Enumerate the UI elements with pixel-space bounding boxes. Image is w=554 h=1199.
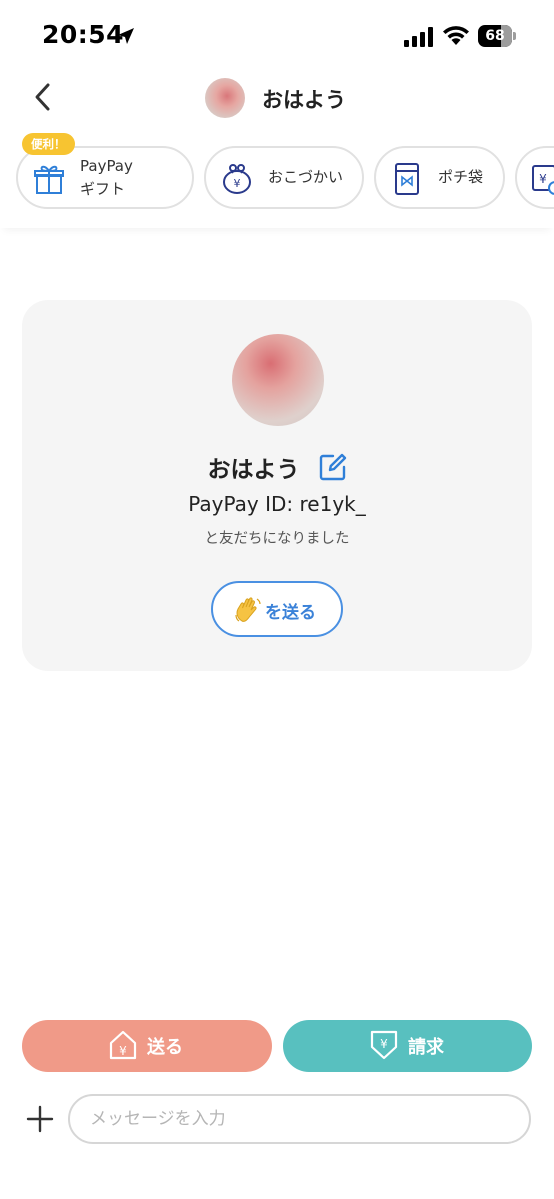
edit-icon[interactable] <box>319 453 347 481</box>
paypay-gift-label-line1: PayPay <box>80 157 133 175</box>
svg-text:¥: ¥ <box>119 1044 127 1058</box>
paypay-gift-button[interactable]: PayPay ギフト <box>16 146 194 209</box>
pochi-bag-button[interactable]: ポチ袋 <box>374 146 505 209</box>
svg-text:¥: ¥ <box>380 1037 388 1051</box>
friend-subtitle: と友だちになりました <box>204 531 350 547</box>
chevron-left-icon[interactable] <box>30 82 56 112</box>
battery-level: 68 <box>485 28 505 44</box>
envelope-icon <box>395 163 419 195</box>
coin-purse-icon: ¥ <box>223 164 251 194</box>
wifi-icon <box>443 26 469 45</box>
send-house-yen-icon: ¥ <box>109 1030 137 1060</box>
svg-text:¥: ¥ <box>539 172 547 186</box>
request-house-yen-icon: ¥ <box>370 1030 398 1060</box>
friend-card: おはよう PayPay ID: re1yk_ と友だちになりました を送る <box>22 300 532 671</box>
allowance-button[interactable]: ¥ おこづかい <box>204 146 364 209</box>
friend-name-row: おはよう <box>22 450 532 484</box>
header-title: おはよう <box>262 88 346 112</box>
yen-receipt-button[interactable]: ¥ <box>515 146 554 209</box>
convenient-badge: 便利！ <box>22 133 75 155</box>
pochi-bag-label: ポチ袋 <box>438 168 484 186</box>
status-time: 20:54 <box>42 20 125 49</box>
quick-actions-row: 便利！ PayPay ギフト ¥ おこづかい ポチ袋 ¥ <box>0 132 554 228</box>
yen-receipt-icon: ¥ <box>532 165 554 195</box>
paypay-id: PayPay ID: re1yk_ <box>188 492 366 516</box>
svg-text:¥: ¥ <box>234 177 241 190</box>
request-money-label: 請求 <box>408 1037 444 1058</box>
send-money-label: 送る <box>147 1037 183 1058</box>
plus-icon[interactable] <box>25 1104 55 1134</box>
waving-hand-icon <box>235 597 261 622</box>
send-wave-label: を送る <box>265 603 316 623</box>
gift-icon <box>34 165 64 194</box>
header-avatar[interactable] <box>205 78 245 118</box>
status-bar: 20:54 68 <box>0 0 554 70</box>
signal-icon <box>404 27 433 47</box>
allowance-label: おこづかい <box>268 168 344 186</box>
paypay-gift-label-line2: ギフト <box>80 180 126 198</box>
location-arrow-icon <box>118 28 134 44</box>
send-money-button[interactable]: ¥ 送る <box>22 1020 272 1072</box>
friend-name: おはよう <box>207 457 300 483</box>
chat-header: おはよう <box>0 70 554 130</box>
friend-avatar[interactable] <box>232 334 324 426</box>
request-money-button[interactable]: ¥ 請求 <box>283 1020 532 1072</box>
message-input[interactable] <box>68 1094 531 1144</box>
send-wave-button[interactable]: を送る <box>211 581 343 637</box>
battery-icon: 68 <box>478 25 516 47</box>
